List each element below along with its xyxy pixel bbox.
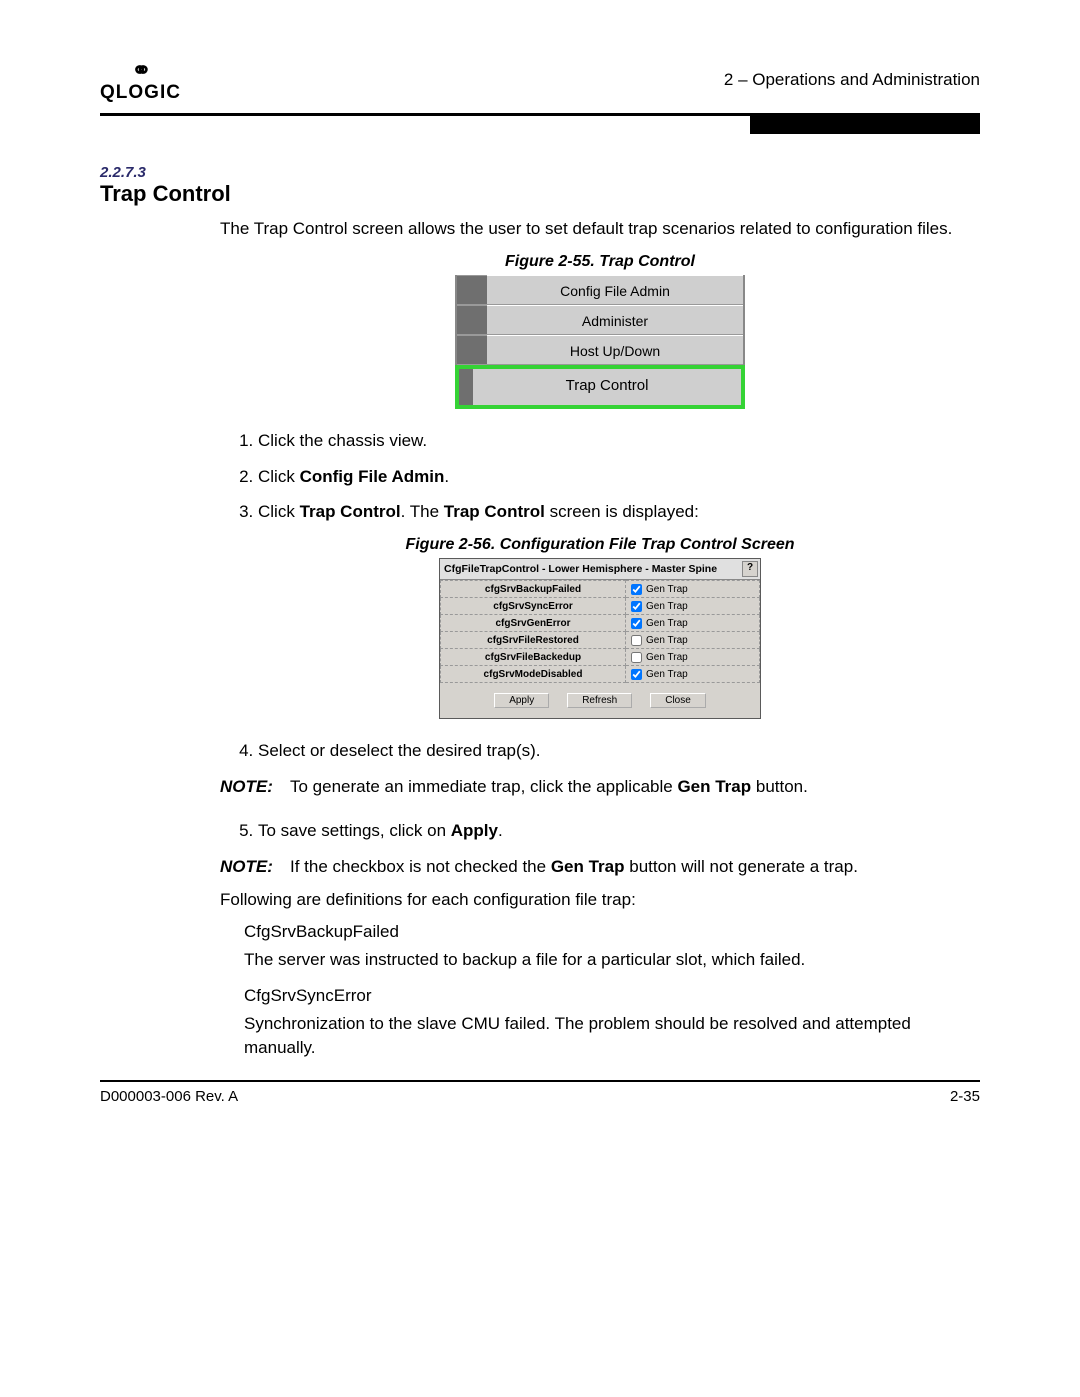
logo-text: QLOGIC (100, 83, 181, 102)
gen-trap-checkbox[interactable] (631, 584, 642, 595)
table-row: cfgSrvModeDisabled Gen Trap (441, 666, 760, 683)
table-row: cfgSrvFileBackedup Gen Trap (441, 649, 760, 666)
table-row: cfgSrvBackupFailed Gen Trap (441, 581, 760, 598)
tab-handle (457, 275, 487, 305)
step-3: Click Trap Control. The Trap Control scr… (258, 500, 980, 524)
gen-trap-label[interactable]: Gen Trap (646, 635, 688, 646)
note-2: If the checkbox is not checked the Gen T… (290, 855, 980, 879)
trap-control-dialog: CfgFileTrapControl - Lower Hemisphere - … (439, 558, 761, 719)
gen-trap-label[interactable]: Gen Trap (646, 669, 688, 680)
section-title: Trap Control (100, 181, 980, 207)
tab-handle (457, 305, 487, 335)
trap-name: cfgSrvGenError (441, 615, 626, 632)
gen-trap-label[interactable]: Gen Trap (646, 618, 688, 629)
gen-trap-checkbox[interactable] (631, 669, 642, 680)
footer-rule (100, 1080, 980, 1082)
tab-handle (457, 335, 487, 365)
note-label: NOTE: (220, 775, 290, 799)
gen-trap-checkbox[interactable] (631, 618, 642, 629)
chapter-label: 2 – Operations and Administration (724, 70, 980, 90)
trap-name: cfgSrvModeDisabled (441, 666, 626, 683)
gen-trap-label[interactable]: Gen Trap (646, 601, 688, 612)
trap-table: cfgSrvBackupFailedGen TrapcfgSrvSyncErro… (440, 580, 760, 683)
table-row: cfgSrvSyncError Gen Trap (441, 598, 760, 615)
tab-config-file-admin[interactable]: Config File Admin (487, 275, 743, 305)
trap-name: cfgSrvFileRestored (441, 632, 626, 649)
step-2: Click Config File Admin. (258, 465, 980, 489)
note-label: NOTE: (220, 855, 290, 879)
gen-trap-checkbox[interactable] (631, 601, 642, 612)
def-2-text: Synchronization to the slave CMU failed.… (244, 1012, 980, 1060)
gen-trap-label[interactable]: Gen Trap (646, 652, 688, 663)
tab-host-up-down[interactable]: Host Up/Down (487, 335, 743, 365)
help-button[interactable]: ? (742, 561, 758, 577)
tab-administer[interactable]: Administer (487, 305, 743, 335)
apply-button[interactable]: Apply (494, 693, 549, 708)
gen-trap-checkbox[interactable] (631, 635, 642, 646)
def-1-text: The server was instructed to backup a fi… (244, 948, 980, 972)
trap-name: cfgSrvSyncError (441, 598, 626, 615)
trap-name: cfgSrvBackupFailed (441, 581, 626, 598)
step-4: Select or deselect the desired trap(s). (258, 739, 980, 763)
tab-trap-control-active[interactable]: Trap Control (473, 369, 741, 405)
dialog-title: CfgFileTrapControl - Lower Hemisphere - … (444, 563, 742, 575)
def-1-name: CfgSrvBackupFailed (244, 922, 980, 942)
step-5: To save settings, click on Apply. (258, 819, 980, 843)
definitions-lead: Following are definitions for each confi… (220, 888, 980, 912)
refresh-button[interactable]: Refresh (567, 693, 632, 708)
footer-right: 2-35 (950, 1088, 980, 1105)
gen-trap-label[interactable]: Gen Trap (646, 584, 688, 595)
thumb-tab (750, 116, 980, 134)
table-row: cfgSrvFileRestored Gen Trap (441, 632, 760, 649)
figure56-caption: Figure 2-56. Configuration File Trap Con… (220, 536, 980, 554)
footer-left: D000003-006 Rev. A (100, 1088, 238, 1105)
trap-name: cfgSrvFileBackedup (441, 649, 626, 666)
close-button[interactable]: Close (650, 693, 706, 708)
figure55-image: Config File Admin Administer Host Up/Dow… (455, 275, 745, 409)
logo-glyph-icon: ⚭ (100, 59, 181, 83)
intro-para: The Trap Control screen allows the user … (220, 217, 980, 241)
tab-handle (459, 369, 473, 405)
note-1: To generate an immediate trap, click the… (290, 775, 980, 799)
figure55-caption: Figure 2-55. Trap Control (220, 253, 980, 271)
gen-trap-checkbox[interactable] (631, 652, 642, 663)
def-2-name: CfgSrvSyncError (244, 986, 980, 1006)
step-1: Click the chassis view. (258, 429, 980, 453)
logo: ⚭ QLOGIC (100, 59, 181, 102)
table-row: cfgSrvGenError Gen Trap (441, 615, 760, 632)
section-number: 2.2.7.3 (100, 164, 980, 181)
